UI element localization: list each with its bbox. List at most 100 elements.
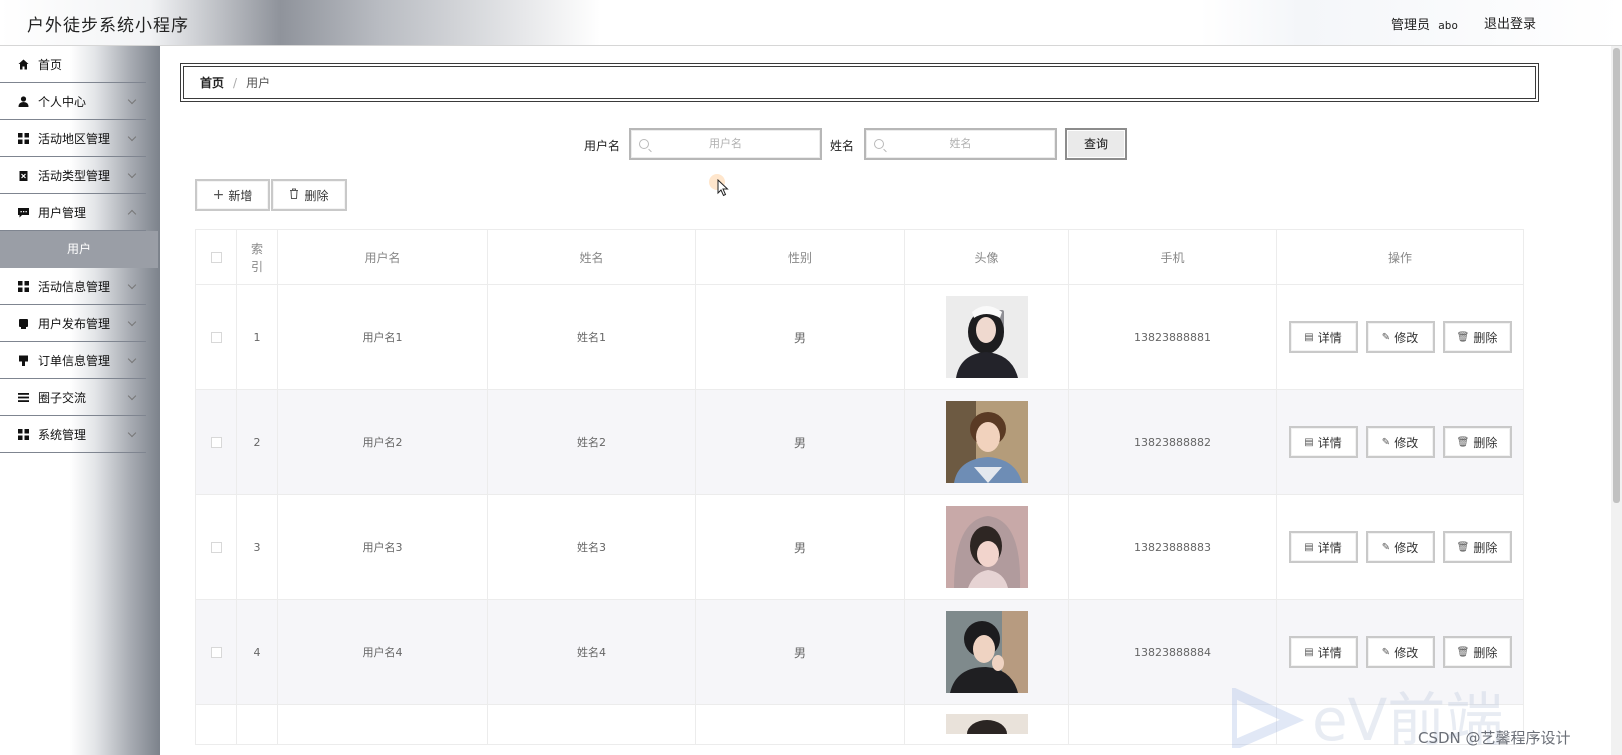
sidebar-item-region-management[interactable]: 活动地区管理 bbox=[0, 120, 146, 157]
header-avatar: 头像 bbox=[905, 230, 1069, 285]
username-search-input[interactable]: 用户名 bbox=[629, 128, 822, 160]
sidebar-item-post-management[interactable]: 用户发布管理 bbox=[0, 305, 146, 342]
header-phone: 手机 bbox=[1069, 230, 1277, 285]
detail-button[interactable]: ▤ 详情 bbox=[1288, 531, 1358, 563]
trash-icon: 🗑 bbox=[1456, 541, 1470, 553]
row-select-cell bbox=[196, 495, 237, 599]
cell-actions: ▤ 详情 ✎ 修改 🗑 删除 bbox=[1277, 285, 1523, 389]
admin-role: 管理员 bbox=[1390, 18, 1430, 33]
delete-button[interactable]: 🗑 删除 bbox=[1442, 426, 1512, 458]
header-gender: 性别 bbox=[696, 230, 905, 285]
edit-label: 修改 bbox=[1394, 645, 1419, 660]
query-button[interactable]: 查询 bbox=[1065, 128, 1127, 160]
sidebar-item-label: 用户管理 bbox=[38, 205, 87, 220]
chat-icon bbox=[18, 207, 29, 218]
add-label: 新增 bbox=[228, 188, 253, 203]
document-icon: ▤ bbox=[1304, 331, 1314, 343]
batch-delete-button[interactable]: 删除 bbox=[271, 179, 347, 211]
sidebar-item-personal-center[interactable]: 个人中心 bbox=[0, 83, 146, 120]
admin-username: abo bbox=[1438, 19, 1458, 32]
cell-phone: 13823888883 bbox=[1069, 495, 1277, 599]
name-label: 姓名 bbox=[830, 139, 855, 153]
cell-index: 4 bbox=[237, 600, 278, 704]
sidebar-item-order-management[interactable]: 订单信息管理 bbox=[0, 342, 146, 379]
edit-button[interactable]: ✎ 修改 bbox=[1365, 321, 1435, 353]
list-icon bbox=[18, 392, 29, 403]
user-icon bbox=[18, 95, 29, 107]
sidebar-item-activity-management[interactable]: 活动信息管理 bbox=[0, 268, 146, 305]
detail-label: 详情 bbox=[1317, 540, 1342, 555]
sidebar-subitem-user[interactable]: 用户 bbox=[0, 231, 158, 268]
delete-button[interactable]: 🗑 删除 bbox=[1442, 531, 1512, 563]
detail-button[interactable]: ▤ 详情 bbox=[1288, 426, 1358, 458]
cell-avatar bbox=[905, 285, 1069, 389]
trash-icon: 🗑 bbox=[1456, 646, 1470, 658]
cell-phone: 13823888882 bbox=[1069, 390, 1277, 494]
detail-label: 详情 bbox=[1317, 435, 1342, 450]
cell-index: 1 bbox=[237, 285, 278, 389]
row-checkbox[interactable] bbox=[210, 436, 222, 448]
avatar bbox=[945, 611, 1028, 693]
add-button[interactable]: + 新增 bbox=[195, 179, 270, 211]
detail-button[interactable]: ▤ 详情 bbox=[1288, 321, 1358, 353]
cell-gender: 男 bbox=[696, 390, 905, 494]
document-icon: ▤ bbox=[1304, 541, 1314, 553]
sidebar-item-type-management[interactable]: 活动类型管理 bbox=[0, 157, 146, 194]
table-row: 3 用户名3 姓名3 男 13823888883 ▤ 详情 ✎ 修改 🗑 删除 bbox=[195, 495, 1524, 600]
select-all-cell bbox=[196, 230, 237, 285]
row-select-cell bbox=[196, 285, 237, 389]
detail-label: 详情 bbox=[1317, 645, 1342, 660]
cell-avatar bbox=[905, 390, 1069, 494]
grid-icon bbox=[18, 428, 29, 440]
watermark-text: CSDN @艺馨程序设计 bbox=[1418, 729, 1571, 747]
app-title: 户外徒步系统小程序 bbox=[27, 16, 189, 36]
table-row: 1 用户名1 姓名1 男 13823888881 ▤ 详情 ✎ 修改 🗑 删除 bbox=[195, 285, 1524, 390]
edit-button[interactable]: ✎ 修改 bbox=[1365, 531, 1435, 563]
breadcrumb-home[interactable]: 首页 bbox=[200, 74, 224, 91]
username-placeholder: 用户名 bbox=[709, 137, 742, 150]
edit-label: 修改 bbox=[1394, 330, 1419, 345]
delete-label: 删除 bbox=[1473, 330, 1498, 345]
delete-button[interactable]: 🗑 删除 bbox=[1442, 636, 1512, 668]
edit-button[interactable]: ✎ 修改 bbox=[1365, 636, 1435, 668]
cell-name: 姓名3 bbox=[488, 495, 696, 599]
row-checkbox[interactable] bbox=[210, 646, 222, 658]
edit-button[interactable]: ✎ 修改 bbox=[1365, 426, 1435, 458]
sidebar-item-home[interactable]: 首页 bbox=[0, 46, 146, 83]
cell-phone: 13823888881 bbox=[1069, 285, 1277, 389]
pencil-icon: ✎ bbox=[1381, 331, 1391, 343]
username-label: 用户名 bbox=[584, 139, 621, 153]
chevron-down-icon bbox=[127, 132, 137, 142]
logout-link[interactable]: 退出登录 bbox=[1484, 13, 1536, 32]
detail-button[interactable]: ▤ 详情 bbox=[1288, 636, 1358, 668]
sidebar-item-label: 首页 bbox=[38, 57, 63, 72]
sidebar-item-label: 活动信息管理 bbox=[38, 279, 111, 294]
plus-icon: + bbox=[212, 187, 225, 203]
sidebar-item-label: 订单信息管理 bbox=[38, 353, 111, 368]
sidebar-item-user-management[interactable]: 用户管理 bbox=[0, 194, 146, 231]
row-checkbox[interactable] bbox=[210, 331, 222, 343]
sidebar-item-community[interactable]: 圈子交流 bbox=[0, 379, 146, 416]
sidebar-item-system-management[interactable]: 系统管理 bbox=[0, 416, 146, 453]
scrollbar-thumb[interactable] bbox=[1613, 48, 1620, 503]
delete-button[interactable]: 🗑 删除 bbox=[1442, 321, 1512, 353]
mobile-icon bbox=[18, 318, 29, 329]
cell-name: 姓名1 bbox=[488, 285, 696, 389]
row-select-cell bbox=[196, 600, 237, 704]
sidebar: 首页 个人中心 活动地区管理 活动类型管理 用户管理 用户 活动信息管理 用户发… bbox=[0, 46, 160, 755]
edit-label: 修改 bbox=[1394, 435, 1419, 450]
name-search-input[interactable]: 姓名 bbox=[864, 128, 1057, 160]
table-header: 索引 用户名 姓名 性别 头像 手机 操作 bbox=[195, 229, 1524, 285]
chevron-down-icon bbox=[127, 169, 137, 179]
delete-label: 删除 bbox=[304, 188, 329, 203]
chevron-down-icon bbox=[127, 95, 137, 105]
select-all-checkbox[interactable] bbox=[210, 252, 222, 263]
cell-index: 2 bbox=[237, 390, 278, 494]
cell-name: 姓名4 bbox=[488, 600, 696, 704]
cell-name: 姓名2 bbox=[488, 390, 696, 494]
admin-info: 管理员 abo bbox=[1391, 14, 1458, 33]
sidebar-item-label: 用户发布管理 bbox=[38, 316, 111, 331]
row-checkbox[interactable] bbox=[210, 541, 222, 553]
header-actions: 操作 bbox=[1387, 251, 1412, 265]
trash-icon: 🗑 bbox=[1456, 331, 1470, 343]
